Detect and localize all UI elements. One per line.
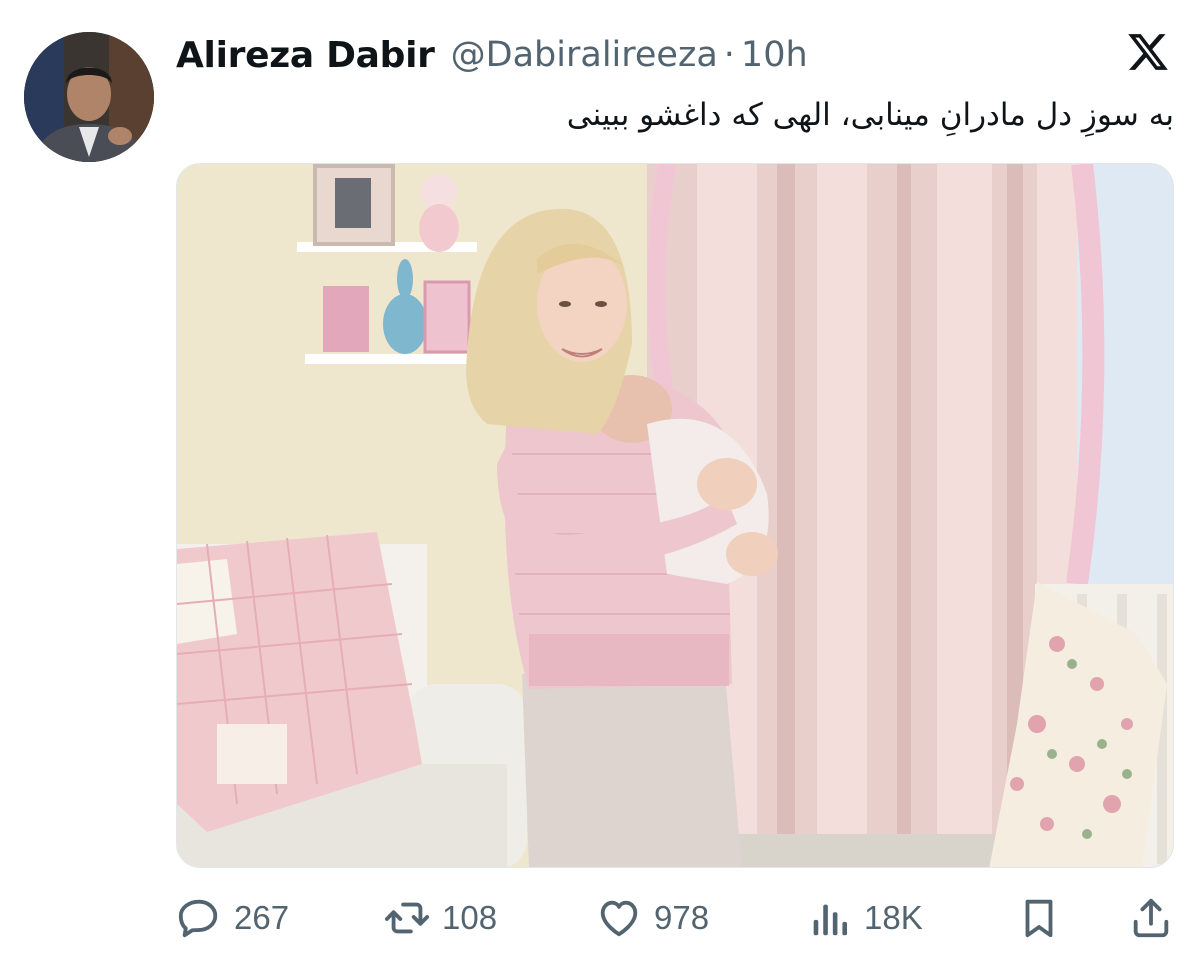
author-display-name[interactable]: Alireza Dabir (176, 35, 435, 76)
tweet-action-bar: 267 108 978 18K (176, 888, 1174, 948)
bookmark-icon (1025, 899, 1053, 938)
bookmark-button[interactable] (1016, 888, 1062, 948)
views-count: 18K (864, 899, 923, 936)
retweet-count: 108 (442, 899, 498, 936)
retweet-button[interactable]: 108 (384, 888, 497, 948)
photo-image (177, 164, 1173, 867)
reply-button[interactable]: 267 (176, 888, 289, 948)
views-button[interactable]: 18K (806, 888, 923, 948)
share-icon (1133, 898, 1169, 938)
x-logo-icon[interactable] (1126, 30, 1170, 74)
reply-icon (178, 899, 218, 938)
tweet-text: به سوزِ دل مادرانِ مینابی، الهی که داغشو… (566, 97, 1174, 133)
like-count: 978 (654, 899, 710, 936)
heart-icon (600, 900, 638, 937)
share-button[interactable] (1128, 888, 1174, 948)
avatar-image (24, 32, 154, 162)
reply-count: 267 (234, 899, 290, 936)
tweet-timestamp[interactable]: 10h (741, 35, 808, 75)
views-icon (813, 904, 848, 936)
retweet-icon (384, 902, 430, 934)
author-handle[interactable]: @Dabiralireeza (451, 35, 718, 75)
header-separator: · (723, 35, 735, 75)
tweet-header: Alireza Dabir @Dabiralireeza · 10h (176, 30, 808, 80)
author-avatar[interactable] (24, 32, 154, 162)
tweet-photo[interactable] (176, 163, 1174, 868)
like-button[interactable]: 978 (596, 888, 709, 948)
